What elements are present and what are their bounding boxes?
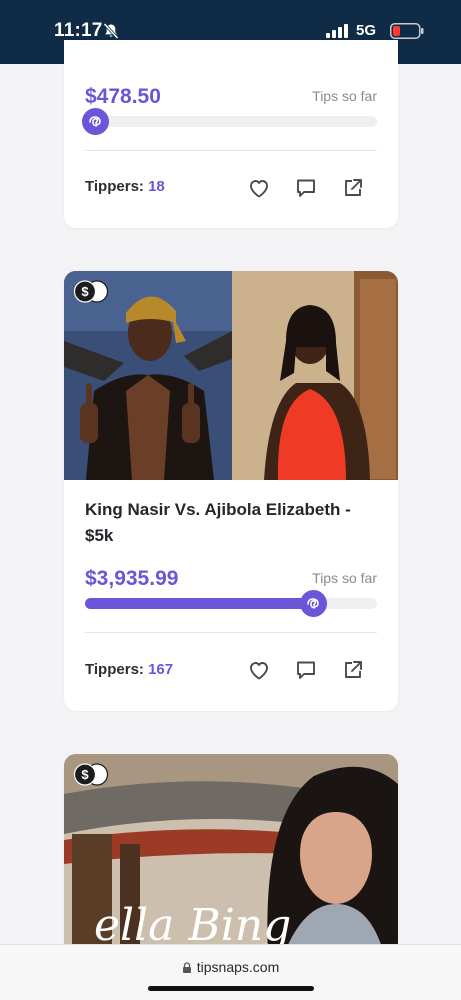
- card-divider: [85, 632, 377, 633]
- amount-raised: $3,935.99: [85, 567, 179, 590]
- bell-muted-icon: [103, 22, 119, 40]
- browser-url-bar[interactable]: tipsnaps.com: [0, 944, 461, 1000]
- signal-icon: [326, 24, 348, 38]
- tippers-label: Tippers:: [85, 178, 144, 195]
- share-icon[interactable]: [341, 658, 365, 682]
- tip-hand-icon: [306, 598, 319, 609]
- fundraiser-card[interactable]: $ King Nasir Vs. Ajibola Elizabeth - $5k…: [64, 271, 398, 711]
- svg-text:$: $: [81, 767, 89, 782]
- progress-knob: [82, 108, 110, 135]
- tippers-count: Tippers: 167: [85, 661, 173, 678]
- heart-icon[interactable]: [247, 176, 271, 200]
- tips-so-far-label: Tips so far: [312, 570, 377, 586]
- tip-hand-icon: [89, 116, 102, 127]
- heart-icon[interactable]: [247, 658, 271, 682]
- progress-track: [85, 590, 377, 617]
- fundraiser-card[interactable]: ella Bing $: [64, 754, 398, 954]
- fundraiser-photo[interactable]: [64, 271, 398, 480]
- progress-track: [82, 108, 377, 135]
- tippers-label: Tippers:: [85, 661, 144, 678]
- fundraiser-card[interactable]: $478.50 Tips so far Tippers: 18: [64, 40, 398, 228]
- url-display[interactable]: tipsnaps.com: [0, 959, 461, 975]
- tippers-number: 18: [148, 178, 165, 195]
- comment-icon[interactable]: [294, 176, 318, 200]
- status-time: 11:17: [54, 20, 103, 41]
- comment-icon[interactable]: [294, 658, 318, 682]
- fundraiser-photo[interactable]: ella Bing: [64, 754, 398, 954]
- lock-icon: [182, 962, 191, 973]
- home-indicator[interactable]: [148, 986, 314, 991]
- card-divider: [85, 150, 377, 151]
- amount-raised: $478.50: [85, 85, 161, 108]
- progress-knob: [299, 590, 327, 617]
- svg-text:$: $: [81, 284, 89, 299]
- tippers-count: Tippers: 18: [85, 178, 165, 195]
- network-type: 5G: [356, 22, 377, 39]
- share-icon[interactable]: [341, 176, 365, 200]
- tips-so-far-label: Tips so far: [312, 88, 377, 104]
- tip-badge-icon: $: [73, 280, 109, 303]
- battery-low-icon: [390, 23, 424, 39]
- fundraiser-title[interactable]: King Nasir Vs. Ajibola Elizabeth - $5k: [85, 497, 377, 549]
- tip-badge-icon: $: [73, 763, 109, 786]
- tippers-number: 167: [148, 661, 174, 678]
- url-text: tipsnaps.com: [196, 959, 280, 975]
- progress-fill: [85, 598, 313, 609]
